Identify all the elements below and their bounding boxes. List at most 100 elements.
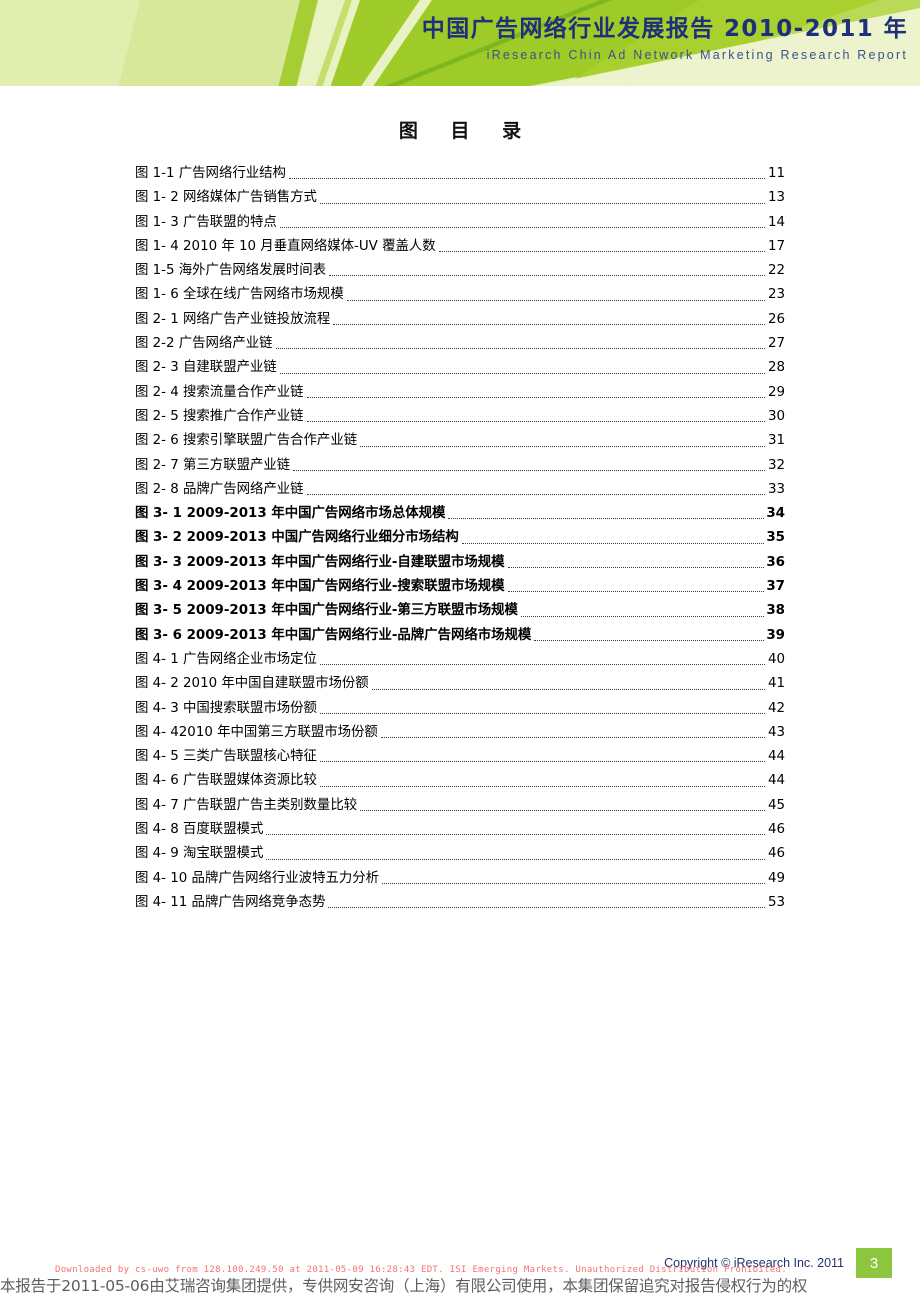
toc-entry-page: 29 [767, 384, 785, 400]
toc-entry[interactable]: 图 1-5 海外广告网络发展时间表 22 [135, 259, 785, 283]
toc-entry[interactable]: 图 4- 9 淘宝联盟模式 46 [135, 842, 785, 866]
toc-entry[interactable]: 图 2- 8 品牌广告网络产业链 33 [135, 478, 785, 502]
banner-text-block: 中国广告网络行业发展报告 2010-2011 年 iResearch Chin … [422, 14, 908, 64]
toc-entry-label: 图 1- 2 网络媒体广告销售方式 [135, 190, 317, 206]
toc-entry[interactable]: 图 1- 3 广告联盟的特点 14 [135, 211, 785, 235]
toc-entry-label: 图 3- 3 2009-2013 年中国广告网络行业-自建联盟市场规模 [135, 554, 505, 570]
toc-entry-label: 图 2- 6 搜索引擎联盟广告合作产业链 [135, 433, 358, 449]
toc-entry-label: 图 2- 1 网络广告产业链投放流程 [135, 311, 331, 327]
toc-entry-label: 图 4- 11 品牌广告网络竞争态势 [135, 894, 326, 910]
toc-entry-page: 27 [767, 336, 785, 352]
toc-entry[interactable]: 图 4- 10 品牌广告网络行业波特五力分析 49 [135, 867, 785, 891]
toc-leader-dots [448, 502, 765, 526]
toc-entry[interactable]: 图 3- 5 2009-2013 年中国广告网络行业-第三方联盟市场规模 38 [135, 599, 785, 623]
toc-leader-dots [319, 745, 765, 769]
toc-entry[interactable]: 图 4- 3 中国搜索联盟市场份额 42 [135, 697, 785, 721]
toc-entry-label: 图 2- 7 第三方联盟产业链 [135, 457, 291, 473]
toc-entry[interactable]: 图 4- 42010 年中国第三方联盟市场份额 43 [135, 721, 785, 745]
toc-entry[interactable]: 图 4- 1 广告网络企业市场定位 40 [135, 648, 785, 672]
toc-entry[interactable]: 图 2- 5 搜索推广合作产业链 30 [135, 405, 785, 429]
toc-entry-label: 图 4- 3 中国搜索联盟市场份额 [135, 700, 317, 716]
toc-leader-dots [319, 697, 765, 721]
toc-leader-dots [507, 575, 765, 599]
toc-entry-label: 图 4- 42010 年中国第三方联盟市场份额 [135, 724, 378, 740]
toc-entry-page: 14 [767, 214, 785, 230]
toc-entry-page: 44 [767, 749, 785, 765]
toc-leader-dots [438, 235, 765, 259]
toc-entry-page: 46 [767, 822, 785, 838]
toc-entry-page: 33 [767, 481, 785, 497]
toc-entry[interactable]: 图 1-1 广告网络行业结构 11 [135, 162, 785, 186]
toc-leader-dots [333, 308, 765, 332]
toc-leader-dots [360, 429, 765, 453]
toc-entry-page: 28 [767, 360, 785, 376]
toc-leader-dots [306, 405, 765, 429]
toc-entry[interactable]: 图 4- 7 广告联盟广告主类别数量比较 45 [135, 794, 785, 818]
toc-entry-label: 图 3- 2 2009-2013 中国广告网络行业细分市场结构 [135, 530, 459, 546]
toc-entry[interactable]: 图 2-2 广告网络产业链 27 [135, 332, 785, 356]
toc-leader-dots [461, 526, 765, 550]
toc-leader-dots [266, 818, 765, 842]
toc-entry-page: 34 [766, 506, 785, 522]
toc-entry-page: 36 [766, 554, 785, 570]
toc-entry[interactable]: 图 4- 6 广告联盟媒体资源比较 44 [135, 769, 785, 793]
toc-entry[interactable]: 图 1- 4 2010 年 10 月垂直网络媒体-UV 覆盖人数 17 [135, 235, 785, 259]
toc-entry-label: 图 4- 2 2010 年中国自建联盟市场份额 [135, 676, 369, 692]
toc-entry-page: 35 [766, 530, 785, 546]
toc-leader-dots [279, 356, 765, 380]
toc-leader-dots [360, 794, 765, 818]
toc-entry[interactable]: 图 2- 7 第三方联盟产业链 32 [135, 454, 785, 478]
toc-entry-label: 图 4- 5 三类广告联盟核心特征 [135, 749, 317, 765]
toc-entry-label: 图 1- 4 2010 年 10 月垂直网络媒体-UV 覆盖人数 [135, 238, 436, 254]
toc-leader-dots [328, 891, 765, 915]
toc-entry[interactable]: 图 3- 6 2009-2013 年中国广告网络行业-品牌广告网络市场规模 39 [135, 624, 785, 648]
toc-entry-label: 图 3- 5 2009-2013 年中国广告网络行业-第三方联盟市场规模 [135, 603, 518, 619]
toc-entry-page: 42 [767, 700, 785, 716]
toc-entry[interactable]: 图 2- 6 搜索引擎联盟广告合作产业链 31 [135, 429, 785, 453]
toc-leader-dots [319, 648, 765, 672]
toc-leader-dots [346, 283, 765, 307]
toc-entry-page: 23 [767, 287, 785, 303]
toc-entry[interactable]: 图 4- 11 品牌广告网络竞争态势 53 [135, 891, 785, 915]
toc-entry-page: 40 [767, 651, 785, 667]
toc-leader-dots [534, 624, 765, 648]
toc-leader-dots [306, 381, 765, 405]
toc-entry-label: 图 2- 8 品牌广告网络产业链 [135, 481, 304, 497]
toc-entry[interactable]: 图 3- 1 2009-2013 年中国广告网络市场总体规模 34 [135, 502, 785, 526]
toc-entry-label: 图 3- 6 2009-2013 年中国广告网络行业-品牌广告网络市场规模 [135, 627, 532, 643]
toc-entry-page: 46 [767, 846, 785, 862]
toc-entry-page: 26 [767, 311, 785, 327]
toc-entry[interactable]: 图 4- 5 三类广告联盟核心特征 44 [135, 745, 785, 769]
toc-entry[interactable]: 图 3- 2 2009-2013 中国广告网络行业细分市场结构 35 [135, 526, 785, 550]
toc-entry-page: 43 [767, 724, 785, 740]
toc-entry-label: 图 1- 6 全球在线广告网络市场规模 [135, 287, 344, 303]
toc-entry-page: 38 [766, 603, 785, 619]
toc-leader-dots [319, 769, 765, 793]
report-subtitle: iResearch Chin Ad Network Marketing Rese… [486, 48, 908, 62]
toc-entry-label: 图 4- 9 淘宝联盟模式 [135, 846, 264, 862]
toc-leader-dots [306, 478, 765, 502]
toc-entry[interactable]: 图 2- 4 搜索流量合作产业链 29 [135, 381, 785, 405]
page-header-banner: 中国广告网络行业发展报告 2010-2011 年 iResearch Chin … [0, 0, 920, 88]
toc-entry-label: 图 4- 6 广告联盟媒体资源比较 [135, 773, 317, 789]
usage-disclaimer: 本报告于2011-05-06由艾瑞咨询集团提供，专供网安咨询（上海）有限公司使用… [0, 1277, 808, 1295]
toc-entry-page: 22 [767, 263, 785, 279]
toc-entry-label: 图 2- 5 搜索推广合作产业链 [135, 408, 304, 424]
toc-entry[interactable]: 图 4- 2 2010 年中国自建联盟市场份额 41 [135, 672, 785, 696]
toc-leader-dots [371, 672, 765, 696]
toc-entry-label: 图 4- 10 品牌广告网络行业波特五力分析 [135, 870, 380, 886]
toc-entry[interactable]: 图 3- 4 2009-2013 年中国广告网络行业-搜索联盟市场规模 37 [135, 575, 785, 599]
toc-entry-label: 图 4- 8 百度联盟模式 [135, 822, 264, 838]
toc-entry[interactable]: 图 1- 2 网络媒体广告销售方式 13 [135, 186, 785, 210]
toc-entry[interactable]: 图 2- 3 自建联盟产业链 28 [135, 356, 785, 380]
toc-entry-page: 53 [767, 894, 785, 910]
toc-entry[interactable]: 图 4- 8 百度联盟模式 46 [135, 818, 785, 842]
toc-entry-page: 32 [767, 457, 785, 473]
toc-entry-page: 31 [767, 433, 785, 449]
toc-entry[interactable]: 图 3- 3 2009-2013 年中国广告网络行业-自建联盟市场规模 36 [135, 551, 785, 575]
toc-entry[interactable]: 图 2- 1 网络广告产业链投放流程 26 [135, 308, 785, 332]
toc-leader-dots [319, 186, 765, 210]
toc-entry-label: 图 2- 4 搜索流量合作产业链 [135, 384, 304, 400]
toc-entry[interactable]: 图 1- 6 全球在线广告网络市场规模 23 [135, 283, 785, 307]
toc-leader-dots [329, 259, 765, 283]
